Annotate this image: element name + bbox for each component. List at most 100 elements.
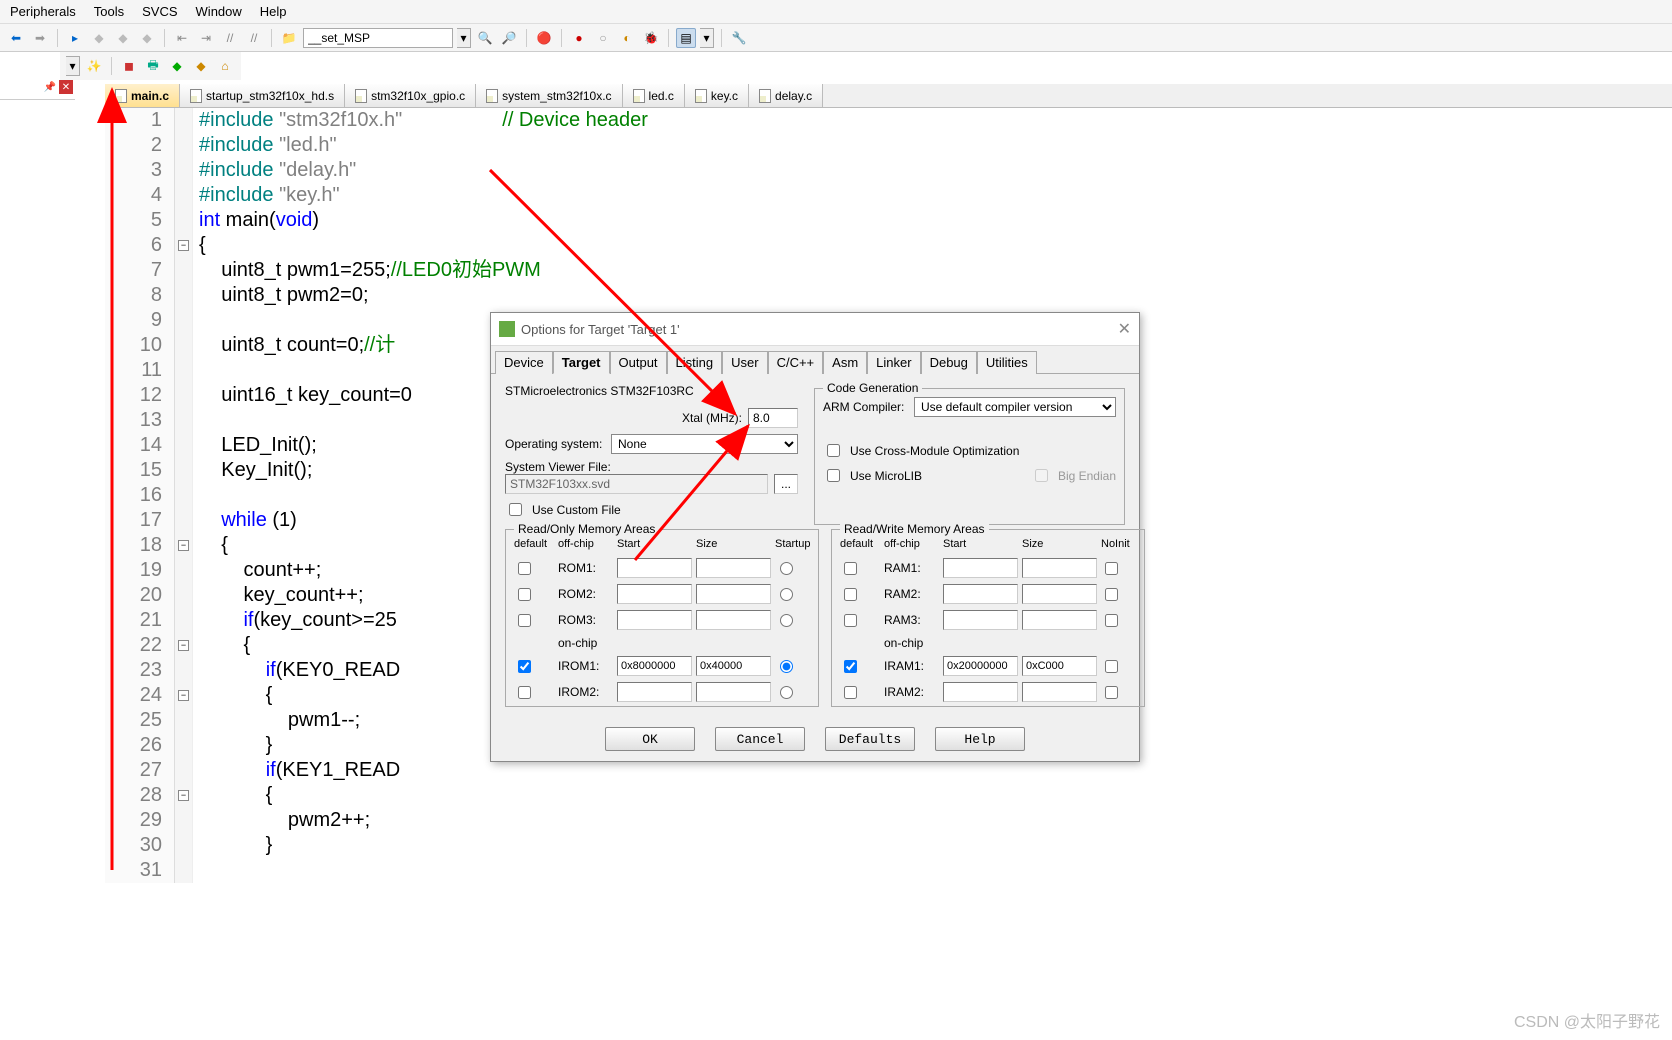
mem-default-checkbox[interactable] [844, 588, 857, 601]
file-tab[interactable]: system_stm32f10x.c [476, 84, 622, 107]
mem-last-input[interactable] [1105, 660, 1118, 673]
wand-icon[interactable]: ✨ [84, 56, 104, 76]
os-select[interactable]: None [611, 434, 798, 454]
mem-default-checkbox[interactable] [844, 562, 857, 575]
dialog-titlebar[interactable]: Options for Target 'Target 1' ✕ [491, 313, 1139, 346]
config-icon[interactable]: 🔧 [729, 28, 749, 48]
window-icon[interactable]: ▤ [676, 28, 696, 48]
debug-icon[interactable]: 🔴 [534, 28, 554, 48]
help-button[interactable]: Help [935, 727, 1025, 751]
fold-icon[interactable]: − [178, 690, 189, 701]
mem-last-input[interactable] [1105, 562, 1118, 575]
dialog-tab-output[interactable]: Output [610, 351, 667, 374]
window-dd-icon[interactable]: ▾ [700, 28, 714, 48]
mem-start-input[interactable] [617, 656, 692, 676]
mem-last-input[interactable] [780, 562, 793, 575]
bookmark-icon[interactable]: ▸ [65, 28, 85, 48]
dialog-tab-cc[interactable]: C/C++ [768, 351, 824, 374]
mem-default-checkbox[interactable] [518, 588, 531, 601]
mem-size-input[interactable] [696, 610, 771, 630]
mem-size-input[interactable] [1022, 610, 1097, 630]
ok-button[interactable]: OK [605, 727, 695, 751]
mem-size-input[interactable] [696, 656, 771, 676]
mem-size-input[interactable] [1022, 584, 1097, 604]
cancel-button[interactable]: Cancel [715, 727, 805, 751]
home-icon[interactable]: ⌂ [215, 56, 235, 76]
file-tab[interactable]: main.c [105, 84, 180, 107]
printer-icon[interactable]: 🖶 [143, 56, 163, 76]
pin-icon[interactable]: 📌 [43, 80, 57, 94]
folder-icon[interactable]: 📁 [279, 28, 299, 48]
find-dropdown-icon[interactable]: ▾ [457, 28, 471, 48]
mem-default-checkbox[interactable] [844, 686, 857, 699]
file-tab[interactable]: key.c [685, 84, 749, 107]
reset-icon[interactable]: ◐ [617, 28, 637, 48]
stop-icon[interactable]: ○ [593, 28, 613, 48]
forward-icon[interactable]: ➡ [30, 28, 50, 48]
mem-last-input[interactable] [1105, 614, 1118, 627]
back-icon[interactable]: ⬅ [6, 28, 26, 48]
close-panel-icon[interactable]: ✕ [59, 80, 73, 94]
dialog-tab-asm[interactable]: Asm [823, 351, 867, 374]
dialog-tab-device[interactable]: Device [495, 351, 553, 374]
dialog-tab-utilities[interactable]: Utilities [977, 351, 1037, 374]
mem-last-input[interactable] [780, 686, 793, 699]
find-icon[interactable]: 🔍 [475, 28, 495, 48]
dialog-tab-listing[interactable]: Listing [667, 351, 723, 374]
record-icon[interactable]: ● [569, 28, 589, 48]
findfiles-icon[interactable]: 🔎 [499, 28, 519, 48]
mem-default-checkbox[interactable] [844, 614, 857, 627]
red-box-icon[interactable]: ◼ [119, 56, 139, 76]
books2-icon[interactable]: ◆ [191, 56, 211, 76]
mem-size-input[interactable] [696, 584, 771, 604]
find-combo[interactable] [303, 28, 453, 48]
mem-default-checkbox[interactable] [518, 562, 531, 575]
mem-default-checkbox[interactable] [844, 660, 857, 673]
mem-default-checkbox[interactable] [518, 614, 531, 627]
mem-start-input[interactable] [617, 610, 692, 630]
mem-size-input[interactable] [696, 682, 771, 702]
mem-last-input[interactable] [1105, 588, 1118, 601]
outdent-icon[interactable]: ⇥ [196, 28, 216, 48]
mem-start-input[interactable] [943, 610, 1018, 630]
dialog-tab-user[interactable]: User [722, 351, 767, 374]
mem-start-input[interactable] [943, 558, 1018, 578]
indent-icon[interactable]: ⇤ [172, 28, 192, 48]
uncomment-icon[interactable]: // [244, 28, 264, 48]
mem-last-input[interactable] [780, 588, 793, 601]
defaults-button[interactable]: Defaults [825, 727, 915, 751]
mem-size-input[interactable] [696, 558, 771, 578]
fold-icon[interactable]: − [178, 790, 189, 801]
menu-help[interactable]: Help [260, 4, 287, 19]
close-icon[interactable]: ✕ [1118, 319, 1131, 339]
xtal-input[interactable] [748, 408, 798, 428]
dialog-tab-linker[interactable]: Linker [867, 351, 920, 374]
mem-last-input[interactable] [780, 614, 793, 627]
bm2-icon[interactable]: ◆ [113, 28, 133, 48]
mem-start-input[interactable] [617, 682, 692, 702]
microlib-checkbox[interactable] [827, 469, 840, 482]
svf-browse-button[interactable]: ... [774, 474, 798, 494]
cross-checkbox[interactable] [827, 444, 840, 457]
mem-start-input[interactable] [617, 584, 692, 604]
books-icon[interactable]: ◆ [167, 56, 187, 76]
file-tab[interactable]: led.c [623, 84, 685, 107]
menu-window[interactable]: Window [196, 4, 242, 19]
file-tab[interactable]: startup_stm32f10x_hd.s [180, 84, 345, 107]
mem-default-checkbox[interactable] [518, 660, 531, 673]
fold-icon[interactable]: − [178, 640, 189, 651]
mem-last-input[interactable] [1105, 686, 1118, 699]
menu-peripherals[interactable]: Peripherals [10, 4, 76, 19]
file-tab[interactable]: delay.c [749, 84, 823, 107]
dialog-tab-target[interactable]: Target [553, 351, 610, 374]
mem-default-checkbox[interactable] [518, 686, 531, 699]
target-dd-icon[interactable]: ▾ [66, 56, 80, 76]
mem-start-input[interactable] [943, 682, 1018, 702]
fold-icon[interactable]: − [178, 540, 189, 551]
fold-icon[interactable]: − [178, 240, 189, 251]
menu-tools[interactable]: Tools [94, 4, 124, 19]
mem-size-input[interactable] [1022, 682, 1097, 702]
comment-icon[interactable]: // [220, 28, 240, 48]
dialog-tab-debug[interactable]: Debug [921, 351, 977, 374]
mem-size-input[interactable] [1022, 558, 1097, 578]
